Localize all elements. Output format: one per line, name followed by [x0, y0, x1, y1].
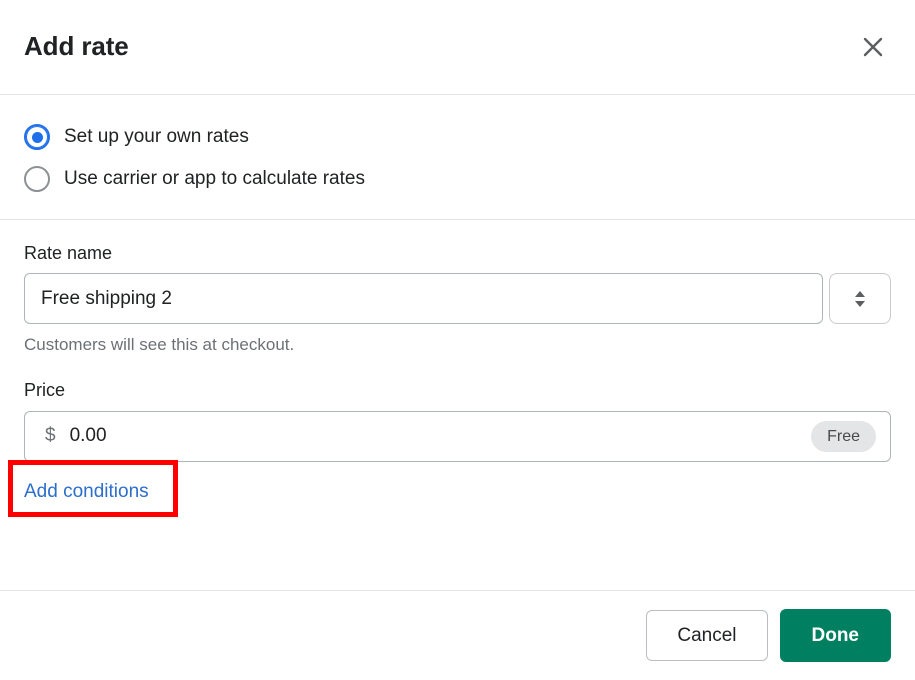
chevron-up-down-icon [852, 288, 868, 310]
status-badge: Free [811, 420, 876, 452]
rate-type-options: Set up your own rates Use carrier or app… [0, 95, 915, 220]
modal-footer: Cancel Done [0, 590, 915, 680]
currency-symbol: $ [45, 425, 56, 447]
price-input[interactable]: $ 0.00 Free [24, 410, 891, 462]
price-block: Price $ 0.00 Free [24, 379, 891, 462]
rate-name-help-text: Customers will see this at checkout. [24, 335, 295, 355]
radio-selected-icon [24, 124, 50, 150]
add-conditions-wrap: Add conditions [8, 459, 178, 517]
radio-option-carrier-rates-label: Use carrier or app to calculate rates [64, 167, 365, 189]
rate-name-label: Rate name [24, 243, 113, 263]
cancel-button[interactable]: Cancel [646, 610, 768, 661]
radio-unselected-icon [24, 166, 50, 192]
done-button[interactable]: Done [779, 609, 891, 662]
rate-name-stepper-button[interactable] [829, 273, 891, 325]
add-conditions-button[interactable]: Add conditions [24, 480, 149, 505]
radio-option-own-rates[interactable]: Set up your own rates [24, 119, 891, 155]
price-label: Price [24, 380, 66, 401]
rate-name-row: Free shipping 2 [24, 273, 891, 325]
add-rate-modal: Add rate Set up your own rates Use carri… [0, 0, 915, 680]
close-button[interactable] [855, 29, 891, 65]
modal-header: Add rate [0, 0, 915, 95]
close-icon [860, 34, 886, 60]
price-value[interactable]: 0.00 [70, 425, 798, 447]
rate-name-input[interactable]: Free shipping 2 [24, 273, 823, 325]
radio-option-own-rates-label: Set up your own rates [64, 125, 249, 147]
modal-body: Rate name Free shipping 2 Customers will… [0, 220, 915, 590]
radio-option-carrier-rates[interactable]: Use carrier or app to calculate rates [24, 161, 891, 197]
page-title: Add rate [24, 31, 129, 62]
